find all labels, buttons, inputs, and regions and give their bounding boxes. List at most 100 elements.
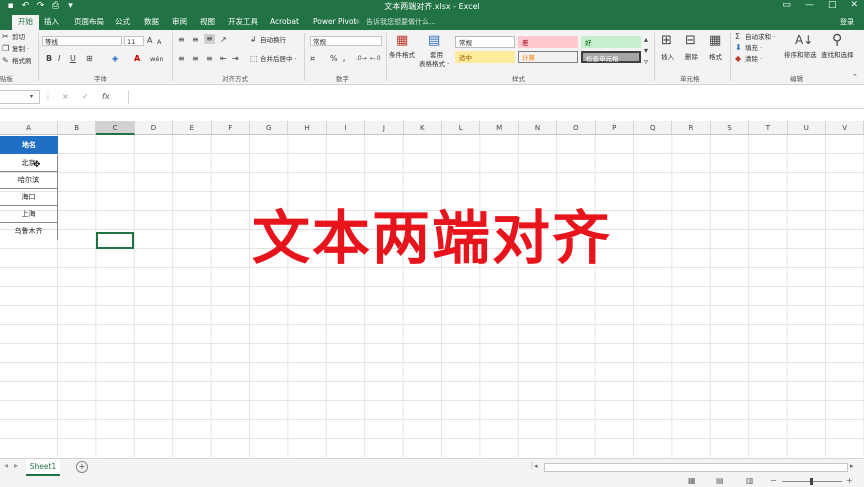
column-header-K[interactable]: K <box>403 121 442 135</box>
tab-acrobat[interactable]: Acrobat <box>270 16 299 28</box>
name-box[interactable] <box>0 90 40 104</box>
fill-icon[interactable]: ⬇ <box>735 43 742 53</box>
fill-color-icon[interactable]: ◈ <box>112 54 118 64</box>
tab-home[interactable]: 开始 <box>12 15 39 30</box>
column-header-V[interactable]: V <box>826 121 864 135</box>
copy-button[interactable]: 复制 · <box>12 45 29 54</box>
column-header-F[interactable]: F <box>211 121 250 135</box>
page-break-view-icon[interactable]: ▥ <box>746 476 754 486</box>
bold-button[interactable]: B <box>46 54 52 64</box>
align-top-icon[interactable]: ≡ <box>178 35 185 45</box>
phonetic-button[interactable]: wén <box>150 55 163 64</box>
borders-icon[interactable]: ⊞ <box>86 54 93 64</box>
copy-icon[interactable]: ❐ <box>2 44 9 54</box>
style-neutral[interactable]: 适中 <box>455 51 515 63</box>
cut-icon[interactable]: ✂ <box>2 32 9 42</box>
zoom-slider-thumb[interactable] <box>810 478 813 485</box>
format-table-line2[interactable]: 表格格式 · <box>419 60 449 69</box>
autosum-button[interactable]: 自动求和 · <box>745 33 775 42</box>
format-table-line1[interactable]: 套用 <box>430 51 443 60</box>
orientation-icon[interactable]: ↗ <box>220 35 227 45</box>
increase-indent-icon[interactable]: ⇥ <box>232 54 239 64</box>
sheet-tab-sheet1[interactable]: Sheet1 <box>26 459 60 476</box>
column-header-T[interactable]: T <box>749 121 788 135</box>
tab-view[interactable]: 视图 <box>200 16 215 28</box>
cell-header-placename[interactable]: 地名 <box>0 136 58 154</box>
name-box-dropdown-icon[interactable]: ▾ <box>30 92 33 102</box>
column-header-L[interactable]: L <box>442 121 481 135</box>
align-center-icon[interactable]: ≡ <box>192 54 199 64</box>
column-header-U[interactable]: U <box>787 121 826 135</box>
column-header-A[interactable]: A <box>0 121 58 135</box>
clear-button[interactable]: 清除 · <box>745 55 762 64</box>
horizontal-scrollbar[interactable] <box>544 463 848 472</box>
column-header-N[interactable]: N <box>518 121 558 135</box>
grow-font-button[interactable]: A <box>147 36 152 46</box>
scroll-sheets-left-icon[interactable]: ◂ <box>4 461 8 471</box>
column-header-I[interactable]: I <box>326 121 366 135</box>
column-header-S[interactable]: S <box>710 121 750 135</box>
page-layout-view-icon[interactable]: ▤ <box>716 476 724 486</box>
column-header-O[interactable]: O <box>557 121 596 135</box>
column-header-J[interactable]: J <box>365 121 404 135</box>
font-name-select[interactable]: 等线 <box>42 36 122 46</box>
tell-me-search[interactable]: 告诉我您想要做什么... <box>366 16 436 28</box>
insert-cells-icon[interactable]: ⊞ <box>661 34 672 48</box>
format-table-icon[interactable]: ▤ <box>428 34 440 48</box>
tab-data[interactable]: 数据 <box>144 16 159 28</box>
insert-cells-button[interactable]: 插入 <box>661 53 674 62</box>
decrease-decimal-icon[interactable]: ←.0 <box>370 54 381 64</box>
cell-city-2[interactable]: 哈尔滨 <box>0 172 58 189</box>
tab-developer[interactable]: 开发工具 <box>228 16 258 28</box>
increase-decimal-icon[interactable]: .0→ <box>356 54 367 64</box>
align-right-icon[interactable]: ≡ <box>206 54 213 64</box>
column-header-D[interactable]: D <box>134 121 174 135</box>
column-header-G[interactable]: G <box>250 121 289 135</box>
format-painter-button[interactable]: 格式刷 <box>12 57 32 66</box>
shrink-font-button[interactable]: A <box>157 37 161 47</box>
minimize-button[interactable]: — <box>805 0 814 10</box>
style-bad[interactable]: 差 <box>518 36 578 48</box>
normal-view-icon[interactable]: ▦ <box>688 476 696 486</box>
accounting-format-icon[interactable]: ¤ <box>310 54 315 64</box>
cell-city-1[interactable]: 北京 <box>0 155 58 172</box>
cut-button[interactable]: 剪切 <box>12 33 25 42</box>
comma-style-button[interactable]: ， <box>342 54 350 64</box>
conditional-format-button[interactable]: 条件格式 <box>389 51 415 60</box>
merge-center-icon[interactable]: ⬚ <box>250 54 258 64</box>
percent-style-button[interactable]: % <box>330 54 338 64</box>
formula-bar-grip-icon[interactable]: ⋮ <box>44 92 52 102</box>
collapse-ribbon-icon[interactable]: ⌃ <box>852 72 858 82</box>
formula-input[interactable] <box>128 90 864 104</box>
styles-more-icon[interactable]: ▿ <box>644 57 648 67</box>
cancel-edit-button[interactable]: × <box>62 92 69 102</box>
style-check-cell[interactable]: 检查单元格 <box>581 51 641 63</box>
column-header-E[interactable]: E <box>173 121 212 135</box>
style-good[interactable]: 好 <box>581 36 641 48</box>
find-select-button[interactable]: 查找和选择 <box>821 51 854 60</box>
column-header-H[interactable]: H <box>288 121 327 135</box>
decrease-indent-icon[interactable]: ⇤ <box>220 54 227 64</box>
close-button[interactable]: ✕ <box>850 0 858 10</box>
tab-insert[interactable]: 插入 <box>44 16 59 28</box>
insert-function-button[interactable]: fx <box>102 92 110 102</box>
new-sheet-button[interactable]: + <box>76 461 88 473</box>
tab-review[interactable]: 审阅 <box>172 16 187 28</box>
font-color-icon[interactable]: A <box>134 54 140 64</box>
delete-cells-icon[interactable]: ⊟ <box>685 34 696 48</box>
zoom-in-icon[interactable]: + <box>846 476 853 486</box>
sheet-grid[interactable] <box>0 121 864 457</box>
sort-filter-button[interactable]: 排序和筛选 <box>784 51 817 60</box>
tab-power-pivot[interactable]: Power Pivot <box>313 16 356 28</box>
styles-scroll-up-icon[interactable]: ▴ <box>644 35 648 45</box>
sign-in-link[interactable]: 登录 <box>840 16 854 28</box>
zoom-out-icon[interactable]: − <box>770 476 777 486</box>
column-header-P[interactable]: P <box>595 121 634 135</box>
column-header-C[interactable]: C <box>96 121 135 135</box>
scroll-sheets-right-icon[interactable]: ▸ <box>14 461 18 471</box>
tab-formulas[interactable]: 公式 <box>115 16 130 28</box>
format-cells-button[interactable]: 格式 <box>709 53 722 62</box>
wrap-text-icon[interactable]: ↲ <box>250 35 257 45</box>
column-header-Q[interactable]: Q <box>634 121 673 135</box>
column-header-B[interactable]: B <box>58 121 97 135</box>
